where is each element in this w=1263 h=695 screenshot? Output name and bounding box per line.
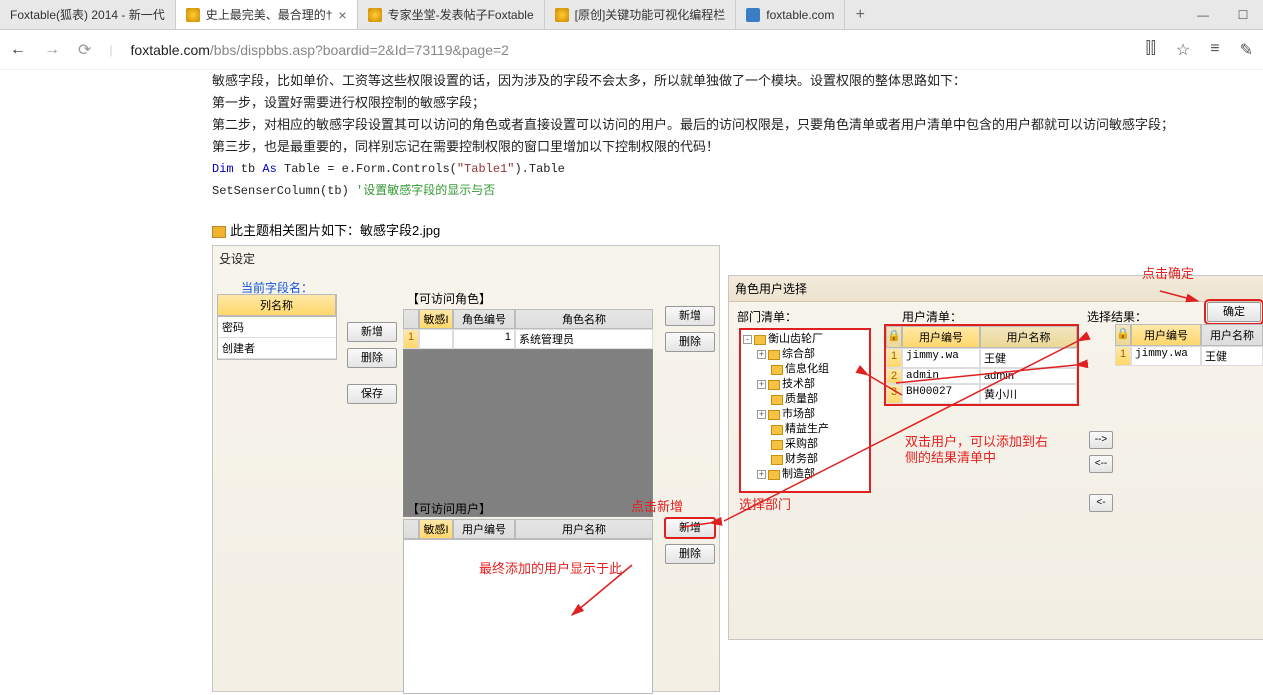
annotation: 点击确定 [1142, 263, 1194, 282]
notes-icon[interactable]: ✎ [1240, 40, 1253, 60]
tab-foxtable-2014[interactable]: Foxtable(狐表) 2014 - 新一代 [0, 0, 176, 29]
list-item[interactable]: 创建者 [218, 338, 336, 359]
reader-icon[interactable]: ⫿⫿ [1146, 40, 1156, 60]
minimize-button[interactable]: — [1183, 0, 1223, 29]
users-new-button[interactable]: 新增 [665, 518, 715, 538]
users-label: 用户清单： [902, 308, 1087, 325]
list-item[interactable]: 密码 [218, 317, 336, 338]
image-caption: 此主题相关图片如下：敏感字段2.jpg [212, 220, 1263, 239]
annotation: 双击用户，可以添加到右侧的结果清单中 [905, 434, 1055, 466]
ok-button[interactable]: 确定 [1207, 302, 1261, 322]
back-button[interactable]: ← [10, 41, 26, 59]
image-icon [212, 226, 226, 238]
table-row[interactable]: 1jimmy.wa王健 [1115, 346, 1263, 366]
remove-all-button[interactable]: <- [1089, 494, 1113, 512]
annotation: 选择部门 [739, 494, 791, 513]
remove-button[interactable]: <-- [1089, 455, 1113, 473]
dept-tree[interactable]: -衡山齿轮厂 +综合部 信息化组 +技术部 质量部 +市场部 精益生产 采购部 … [739, 328, 871, 493]
delete-button[interactable]: 删除 [347, 348, 397, 368]
favicon-icon [555, 8, 569, 22]
annotation: 最终添加的用户显示于此 [479, 558, 622, 577]
table-row[interactable]: 2adminadmin [886, 368, 1077, 384]
address-bar[interactable]: foxtable.com/bbs/dispbbs.asp?boardid=2&I… [131, 42, 1128, 58]
table-row[interactable]: 1jimmy.wa王健 [886, 348, 1077, 368]
add-button[interactable]: --> [1089, 431, 1113, 449]
dept-label: 部门清单： [737, 308, 902, 325]
roles-new-button[interactable]: 新增 [665, 306, 715, 326]
settings-panel: 殳设定 当前字段名： 列名称 密码 创建者 新增 删除 保存 【可访问角色】 [212, 245, 720, 692]
annotation: 点击新增 [631, 496, 683, 515]
role-user-dialog: 角色用户选择 部门清单： 用户清单： 选择结果： 确定 -衡山齿轮厂 +综合部 … [728, 275, 1263, 640]
result-table[interactable]: 🔒用户编号用户名称 1jimmy.wa王健 [1115, 324, 1263, 366]
browser-tabs: Foxtable(狐表) 2014 - 新一代 史上最完美、最合理的† × 专家… [0, 0, 1263, 30]
maximize-button[interactable]: ☐ [1223, 0, 1263, 29]
roles-label: 【可访问角色】 [407, 290, 653, 307]
favicon-icon [746, 8, 760, 22]
favicon-icon [368, 8, 382, 22]
panel-tab[interactable]: 殳设定 [213, 246, 719, 271]
nav-bar: ← → ⟳ | foxtable.com/bbs/dispbbs.asp?boa… [0, 30, 1263, 70]
favorite-icon[interactable]: ☆ [1176, 40, 1190, 60]
col-header: 列名称 [218, 295, 336, 315]
close-icon[interactable]: × [338, 7, 346, 23]
forward-button[interactable]: → [44, 41, 60, 59]
tab-history-best[interactable]: 史上最完美、最合理的† × [176, 0, 358, 29]
favicon-icon [186, 8, 200, 22]
new-tab-button[interactable]: + [845, 0, 875, 29]
new-button[interactable]: 新增 [347, 322, 397, 342]
post-text: 敏感字段，比如单价、工资等这些权限设置的话，因为涉及的字段不会太多，所以就单独做… [0, 70, 1263, 202]
user-list-table[interactable]: 🔒用户编号用户名称 1jimmy.wa王健 2adminadmin 3BH000… [884, 324, 1079, 406]
save-button[interactable]: 保存 [347, 384, 397, 404]
tab-foxtable-com[interactable]: foxtable.com [736, 0, 845, 29]
menu-icon[interactable]: ≡ [1210, 40, 1219, 60]
reload-button[interactable]: ⟳ [78, 40, 91, 60]
table-row[interactable]: 3BH00027黄小川 [886, 384, 1077, 404]
users-delete-button[interactable]: 删除 [665, 544, 715, 564]
roles-delete-button[interactable]: 删除 [665, 332, 715, 352]
tab-original[interactable]: [原创]关键功能可视化编程栏 [545, 0, 737, 29]
tab-expert[interactable]: 专家坐堂-发表帖子Foxtable [358, 0, 545, 29]
